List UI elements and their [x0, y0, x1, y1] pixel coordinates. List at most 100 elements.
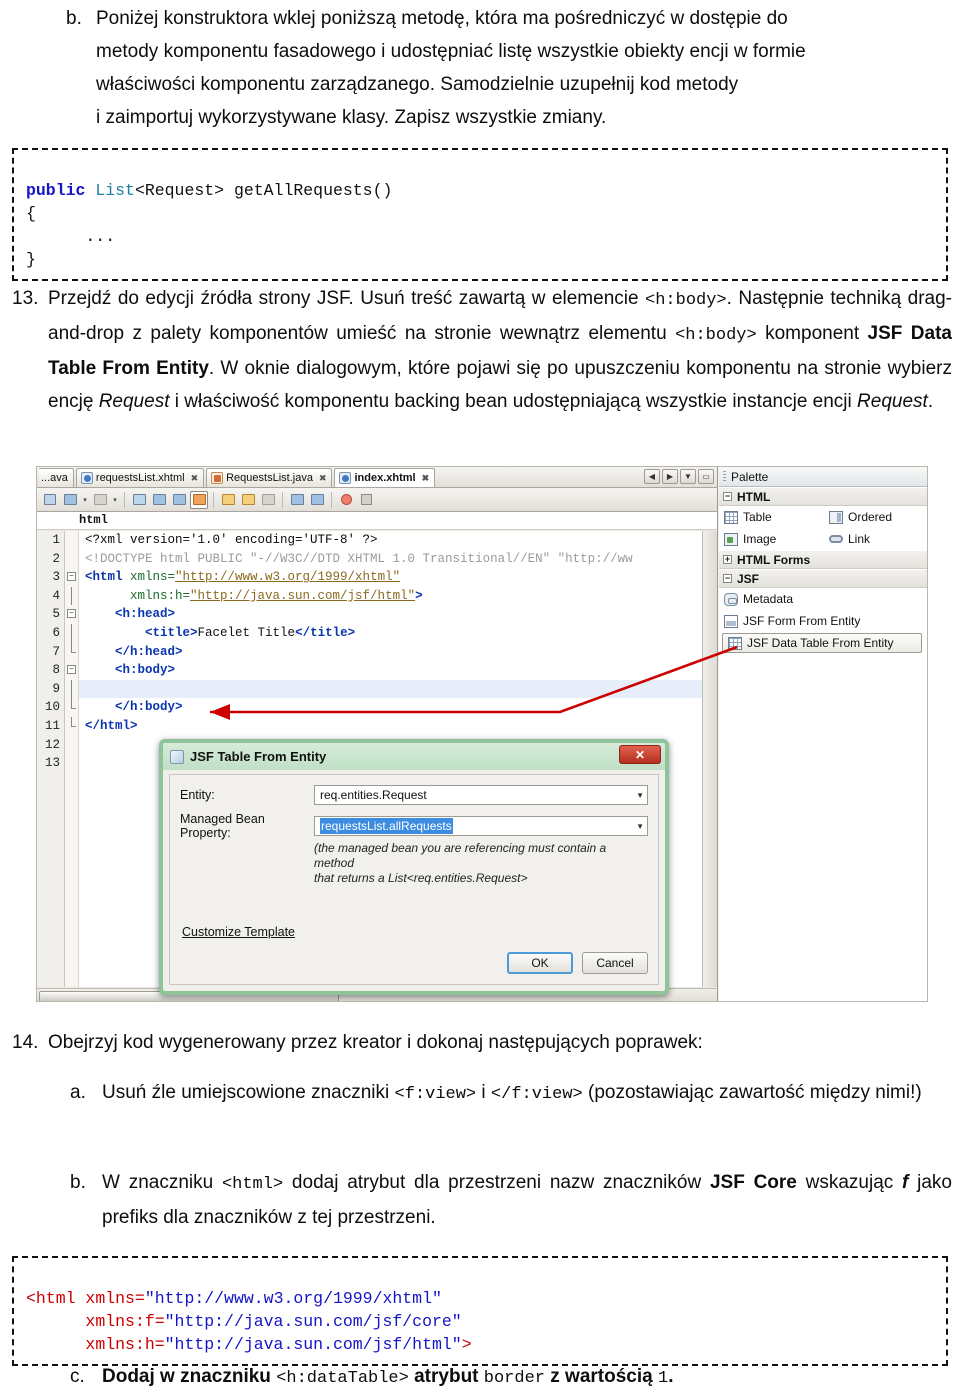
chevron-down-icon[interactable]: ▼ — [636, 822, 644, 831]
item-14c-seg3: z wartością — [545, 1366, 658, 1387]
tab-requestslist-xhtml[interactable]: requestsList.xhtml ✖ — [75, 468, 205, 487]
editor-vertical-scrollbar[interactable] — [702, 531, 717, 987]
fold-toggle-icon[interactable]: − — [67, 665, 76, 675]
drag-handle-icon[interactable] — [723, 471, 726, 482]
palette-item-jsf-form-from-entity[interactable]: JSF Form From Entity — [719, 611, 865, 631]
scroll-left-icon[interactable]: ◀ — [644, 469, 660, 484]
fold-end-marker — [71, 651, 76, 653]
toggle-highlight-icon[interactable] — [190, 490, 208, 509]
palette-item-image[interactable]: Image — [719, 529, 824, 549]
code-attr-xmlns-h: xmlns:h= — [85, 1335, 165, 1354]
list-item-b-text: Poniżej konstruktora wklej poniższą meto… — [96, 2, 950, 134]
code-line[interactable]: </h:body> — [85, 698, 717, 717]
code-line[interactable]: <?xml version='1.0' encoding='UTF-8' ?> — [85, 531, 717, 550]
list-item-14a: a. Usuń źle umiejscowione znaczniki <f:v… — [70, 1076, 952, 1111]
item-13-seg1: Przejdź do edycji źródła strony JSF. Usu… — [48, 288, 646, 309]
code-method-signature: <Request> getAllRequests() — [134, 181, 393, 200]
collapse-icon[interactable]: − — [723, 574, 732, 583]
close-icon[interactable]: ✕ — [619, 745, 661, 764]
shift-right-icon[interactable] — [308, 491, 326, 509]
code-line[interactable] — [79, 679, 717, 699]
palette-item-metadata[interactable]: Metadata — [719, 589, 798, 609]
stop-macro-icon[interactable] — [357, 491, 375, 509]
palette-item-label: JSF Data Table From Entity — [747, 636, 894, 650]
fold-toggle-icon[interactable]: − — [67, 572, 76, 582]
chevron-down-icon[interactable]: ▼ — [680, 469, 696, 484]
shift-left-icon[interactable] — [288, 491, 306, 509]
palette-item-jsf-data-table-from-entity[interactable]: JSF Data Table From Entity — [722, 633, 922, 653]
code-line[interactable]: xmlns:h="http://java.sun.com/jsf/html"> — [85, 587, 717, 606]
line-number: 12 — [44, 737, 60, 752]
code-line[interactable]: </h:head> — [85, 643, 717, 662]
table-icon — [728, 636, 742, 650]
previous-match-icon[interactable] — [150, 491, 168, 509]
maximize-icon[interactable]: ▭ — [698, 469, 714, 484]
code-line[interactable]: <!DOCTYPE html PUBLIC "-//W3C//DTD XHTML… — [85, 550, 717, 569]
breadcrumb: html — [37, 512, 717, 530]
item-14a-seg1: Usuń źle umiejscowione znaczniki — [102, 1082, 395, 1103]
code-attr-xmlns-f: xmlns:f= — [85, 1312, 165, 1331]
list-item-14c: c. Dodaj w znaczniku <h:dataTable> atryb… — [70, 1360, 952, 1395]
line-number: 1 — [52, 533, 60, 547]
tab-index-xhtml[interactable]: index.xhtml ✖ — [334, 468, 436, 487]
close-icon[interactable]: ✖ — [422, 473, 430, 484]
code-attr-xmlns: xmlns= — [85, 1289, 145, 1308]
palette-item-ordered[interactable]: Ordered — [824, 507, 927, 527]
item-14c-code-datatable: <h:dataTable> — [276, 1369, 409, 1388]
next-bookmark-icon[interactable] — [239, 491, 257, 509]
last-edit-icon[interactable] — [41, 491, 59, 509]
palette-section-html-forms[interactable]: + HTML Forms — [719, 550, 927, 569]
link-icon — [829, 535, 843, 543]
editor-gutter: 1 2 3 4 5 6 7 8 9 10 11 12 13 − − − — [37, 531, 79, 987]
ok-button[interactable]: OK — [507, 952, 573, 974]
code-line[interactable]: <title>Facelet Title</title> — [85, 624, 717, 643]
palette-item-link[interactable]: Link — [824, 529, 927, 549]
item-b-line4: i zaimportuj wykorzystywane klasy. Zapis… — [96, 107, 607, 128]
back-dropdown-icon[interactable]: ▾ — [81, 496, 89, 504]
tab-requestslist-java[interactable]: RequestsList.java ✖ — [206, 468, 333, 487]
entity-row: Entity: req.entities.Request ▼ — [180, 784, 648, 806]
close-icon[interactable]: ✖ — [191, 473, 199, 484]
code-folding-column[interactable]: − − − — [65, 531, 79, 987]
scroll-right-icon[interactable]: ▶ — [662, 469, 678, 484]
previous-bookmark-icon[interactable] — [219, 491, 237, 509]
close-icon[interactable]: ✖ — [319, 473, 327, 484]
code-line[interactable]: <h:body> — [85, 661, 717, 680]
entity-combobox[interactable]: req.entities.Request ▼ — [314, 785, 648, 805]
forward-dropdown-icon[interactable]: ▾ — [111, 496, 119, 504]
palette-item-label: JSF Form From Entity — [743, 614, 861, 628]
customize-template-link[interactable]: Customize Template — [182, 925, 295, 939]
cancel-button[interactable]: Cancel — [582, 952, 648, 974]
list-item-13-text: Przejdź do edycji źródła strony JSF. Usu… — [48, 282, 952, 418]
code-line[interactable]: <html xmlns="http://www.w3.org/1999/xhtm… — [85, 568, 717, 587]
chevron-down-icon[interactable]: ▼ — [636, 791, 644, 800]
find-selection-icon[interactable] — [130, 491, 148, 509]
code-line[interactable]: <h:head> — [85, 605, 717, 624]
tab-navigation-controls: ◀ ▶ ▼ ▭ — [644, 469, 714, 484]
code-token: <html — [85, 570, 131, 585]
collapse-icon[interactable]: − — [723, 492, 732, 501]
managed-bean-property-combobox[interactable]: requestsList.allRequests ▼ — [314, 816, 648, 836]
palette-item-table[interactable]: Table — [719, 507, 824, 527]
palette-section-jsf[interactable]: − JSF — [719, 569, 927, 588]
back-icon[interactable] — [61, 491, 79, 509]
start-macro-recording-icon[interactable] — [337, 491, 355, 509]
managed-bean-property-value[interactable]: requestsList.allRequests — [320, 818, 453, 834]
palette-section-html[interactable]: − HTML — [719, 487, 927, 506]
dialog-content: Entity: req.entities.Request ▼ Managed B… — [169, 774, 659, 985]
list-item-14b: b. W znaczniku <html> dodaj atrybut dla … — [70, 1166, 952, 1234]
item-14b-seg3: wskazując — [796, 1172, 903, 1193]
fold-toggle-icon[interactable]: − — [67, 609, 76, 619]
next-match-icon[interactable] — [170, 491, 188, 509]
toggle-bookmark-icon[interactable] — [259, 491, 277, 509]
list-marker-13: 13. — [12, 288, 39, 309]
item-13-seg5: i właściwość komponentu backing bean udo… — [169, 391, 858, 412]
tab-truncated-java[interactable]: ...ava — [39, 468, 74, 487]
code-line[interactable]: </html> — [85, 717, 717, 736]
code-token: <h:head> — [85, 607, 176, 622]
code-token: </h:head> — [85, 644, 183, 659]
item-13-seg6: . — [927, 391, 934, 412]
list-item-14a-text: Usuń źle umiejscowione znaczniki <f:view… — [102, 1076, 952, 1111]
forward-icon[interactable] — [91, 491, 109, 509]
expand-icon[interactable]: + — [723, 555, 732, 564]
